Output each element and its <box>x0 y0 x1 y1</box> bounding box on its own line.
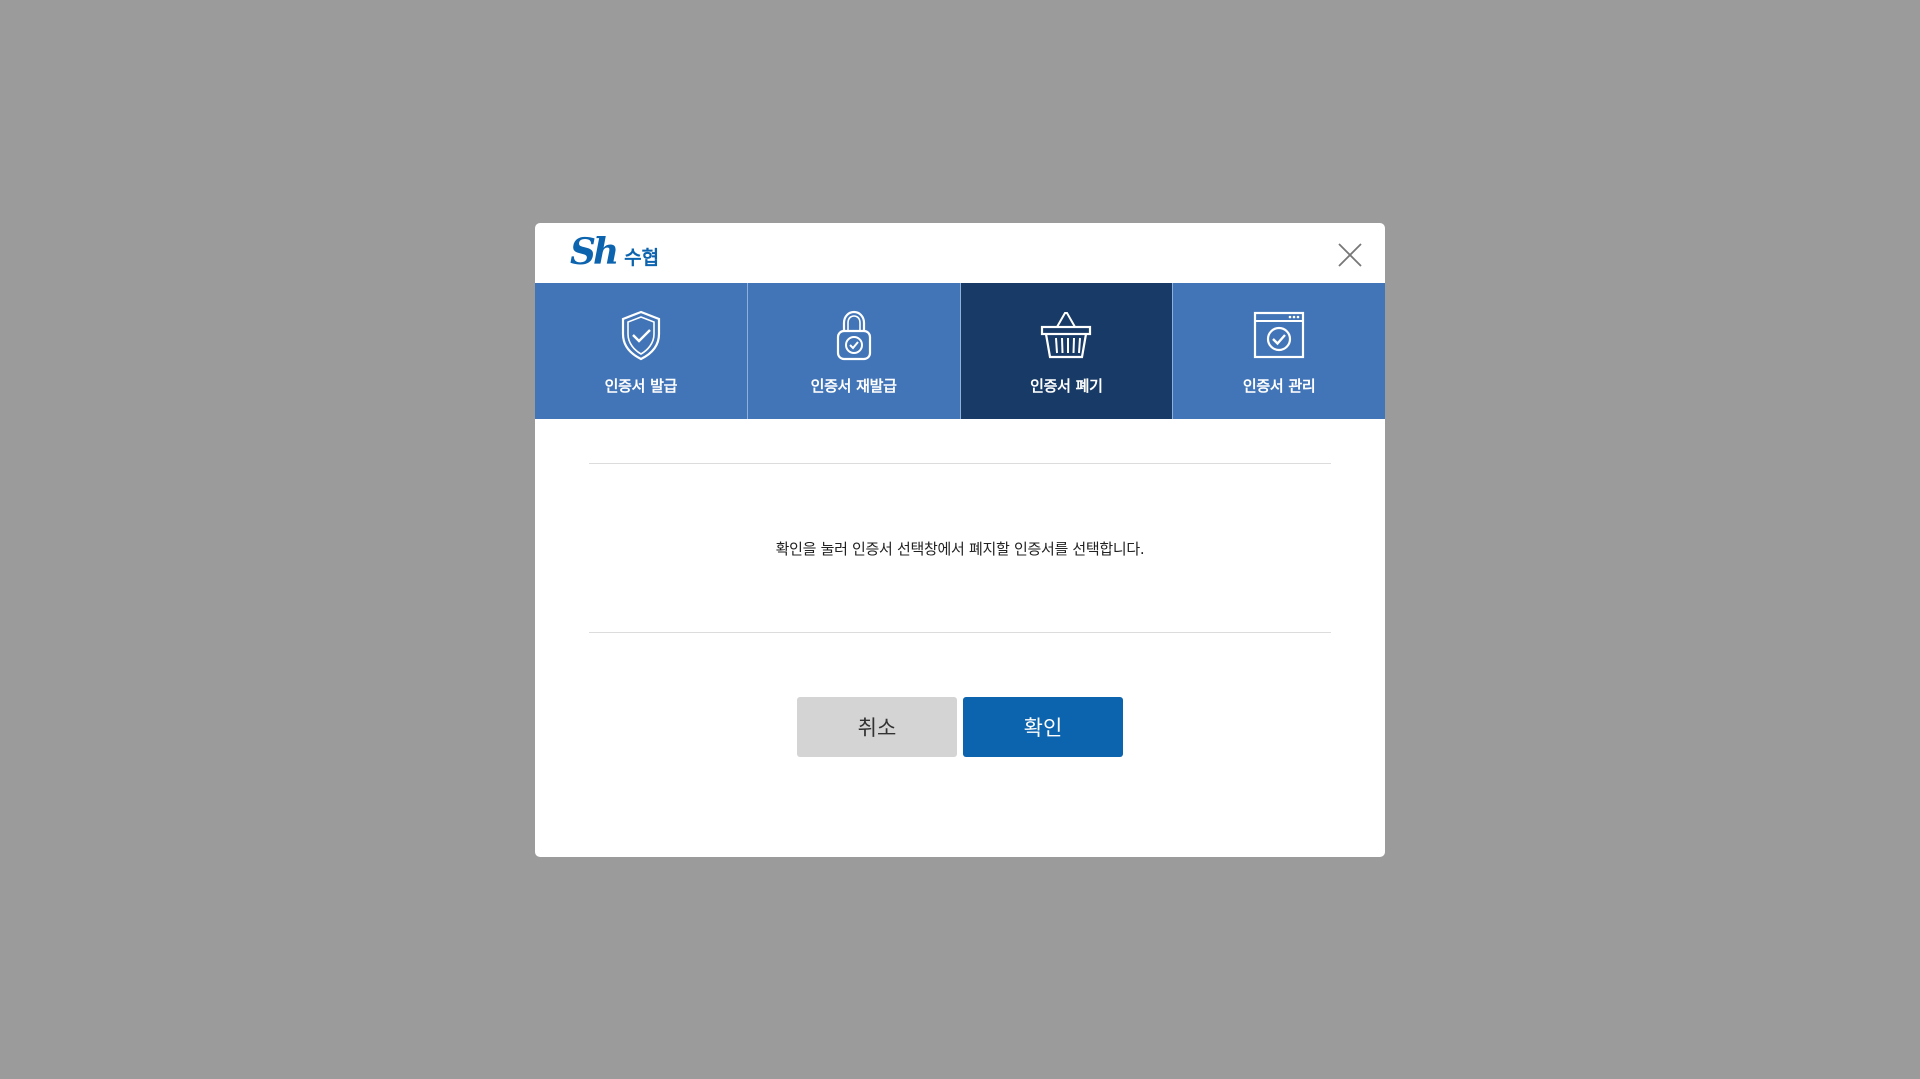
basket-icon <box>1041 312 1092 359</box>
button-row: 취소 확인 <box>535 697 1385 757</box>
tab-reissue-label: 인증서 재발급 <box>810 377 897 395</box>
close-icon <box>1338 243 1362 267</box>
tab-revoke[interactable]: 인증서 폐기 <box>960 283 1174 419</box>
cancel-button[interactable]: 취소 <box>797 697 957 757</box>
padlock-check-icon <box>836 310 871 361</box>
tab-manage-label: 인증서 관리 <box>1242 377 1316 395</box>
tab-revoke-label: 인증서 폐기 <box>1030 377 1103 395</box>
confirm-button[interactable]: 확인 <box>963 697 1123 757</box>
logo-text: 수협 <box>624 247 660 269</box>
close-button[interactable] <box>1337 242 1363 268</box>
tab-issue-label: 인증서 발급 <box>604 377 678 395</box>
instruction-message: 확인을 눌러 인증서 선택창에서 폐지할 인증서를 선택합니다. <box>775 539 1145 558</box>
window-check-icon <box>1254 311 1305 359</box>
tab-reissue[interactable]: 인증서 재발급 <box>747 283 961 419</box>
certificate-dialog: Sh 수협 인증서 발급 인증서 재발급 인증서 폐기 인증서 관리 확인을 눌… <box>535 223 1385 857</box>
suhyup-logo: Sh 수협 <box>570 234 659 270</box>
logo-mark: Sh <box>570 231 619 273</box>
tab-manage[interactable]: 인증서 관리 <box>1173 283 1385 419</box>
message-area: 확인을 눌러 인증서 선택창에서 폐지할 인증서를 선택합니다. <box>589 463 1331 633</box>
tab-bar: 인증서 발급 인증서 재발급 인증서 폐기 인증서 관리 <box>535 283 1385 419</box>
tab-issue[interactable]: 인증서 발급 <box>535 283 748 419</box>
dialog-header: Sh 수협 <box>535 223 1385 283</box>
shield-check-icon <box>621 310 660 361</box>
